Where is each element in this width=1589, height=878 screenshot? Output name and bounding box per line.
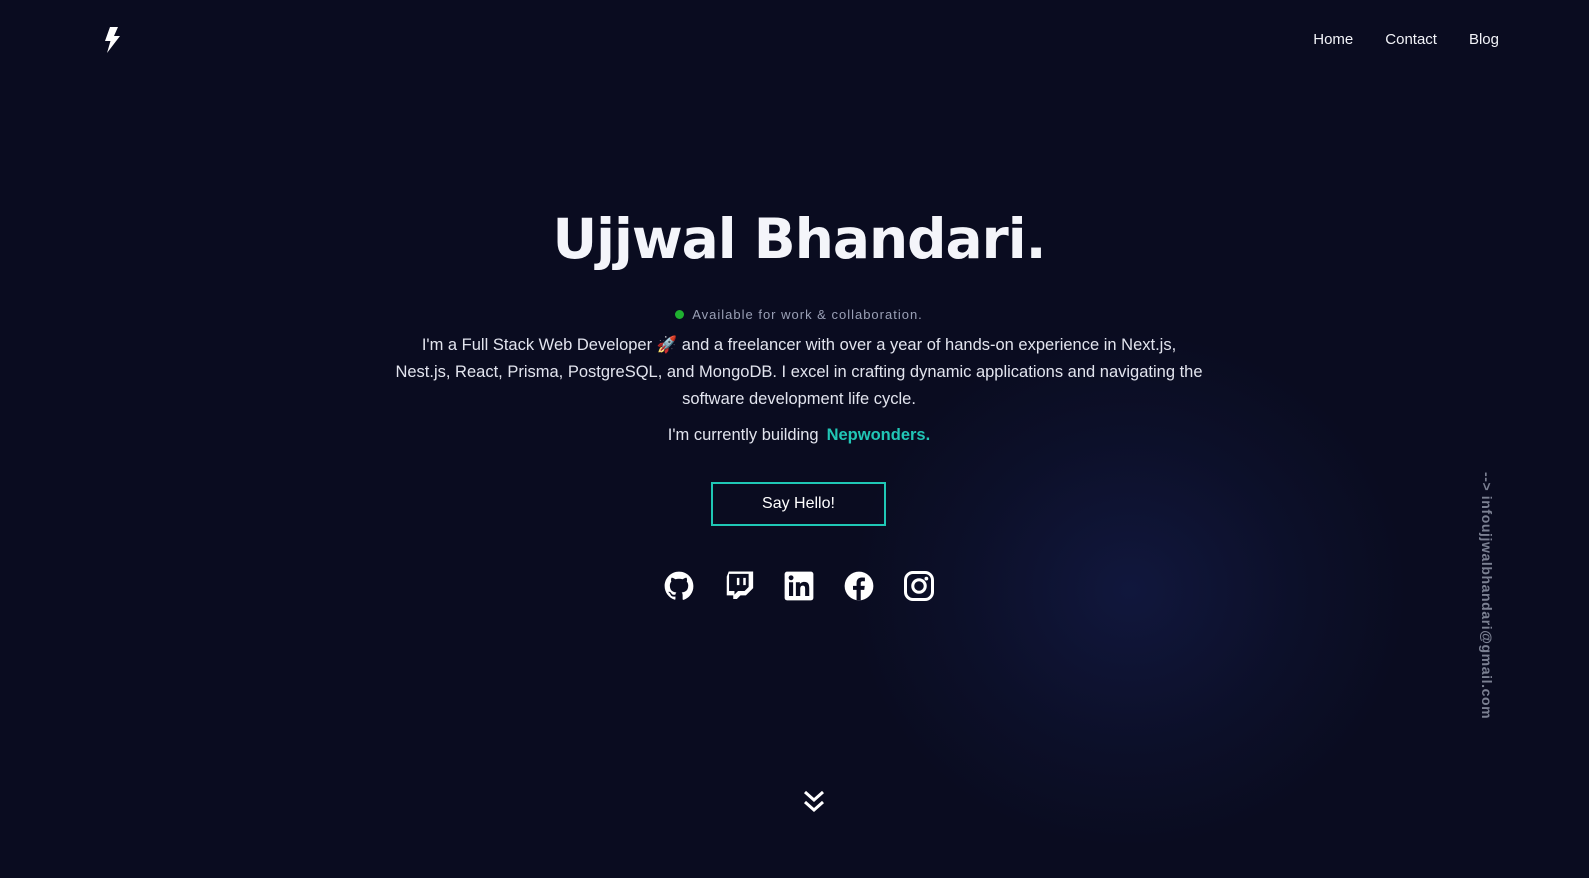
- twitch-icon[interactable]: [724, 571, 754, 601]
- lightning-bolt-icon[interactable]: [103, 27, 121, 53]
- linkedin-icon[interactable]: [784, 571, 814, 601]
- nav-blog-link[interactable]: Blog: [1469, 30, 1499, 50]
- status-dot-icon: [675, 310, 685, 319]
- say-hello-button[interactable]: Say Hello!: [711, 482, 886, 526]
- github-icon[interactable]: [664, 571, 694, 601]
- availability-status: Available for work & collaboration.: [0, 306, 1589, 324]
- nepwonders-link[interactable]: Nepwonders.: [827, 426, 931, 444]
- nav-contact-link[interactable]: Contact: [1385, 30, 1437, 50]
- facebook-icon[interactable]: [844, 571, 874, 601]
- email-link[interactable]: --> infoujjwalbhandari@gmail.com: [1476, 472, 1498, 719]
- main-nav: Home Contact Blog: [1313, 30, 1499, 50]
- hero-name: Ujjwal Bhandari.: [552, 207, 1047, 271]
- social-links: [664, 571, 934, 601]
- bio-text: I'm a Full Stack Web Developer 🚀 and a f…: [395, 336, 1203, 408]
- currently-building: I'm currently building Nepwonders.: [0, 423, 1589, 447]
- chevrons-down-icon[interactable]: [803, 789, 825, 815]
- nav-home-link[interactable]: Home: [1313, 30, 1353, 50]
- building-prefix: I'm currently building: [667, 426, 819, 444]
- instagram-icon[interactable]: [904, 571, 934, 601]
- status-text: Available for work & collaboration.: [692, 307, 923, 322]
